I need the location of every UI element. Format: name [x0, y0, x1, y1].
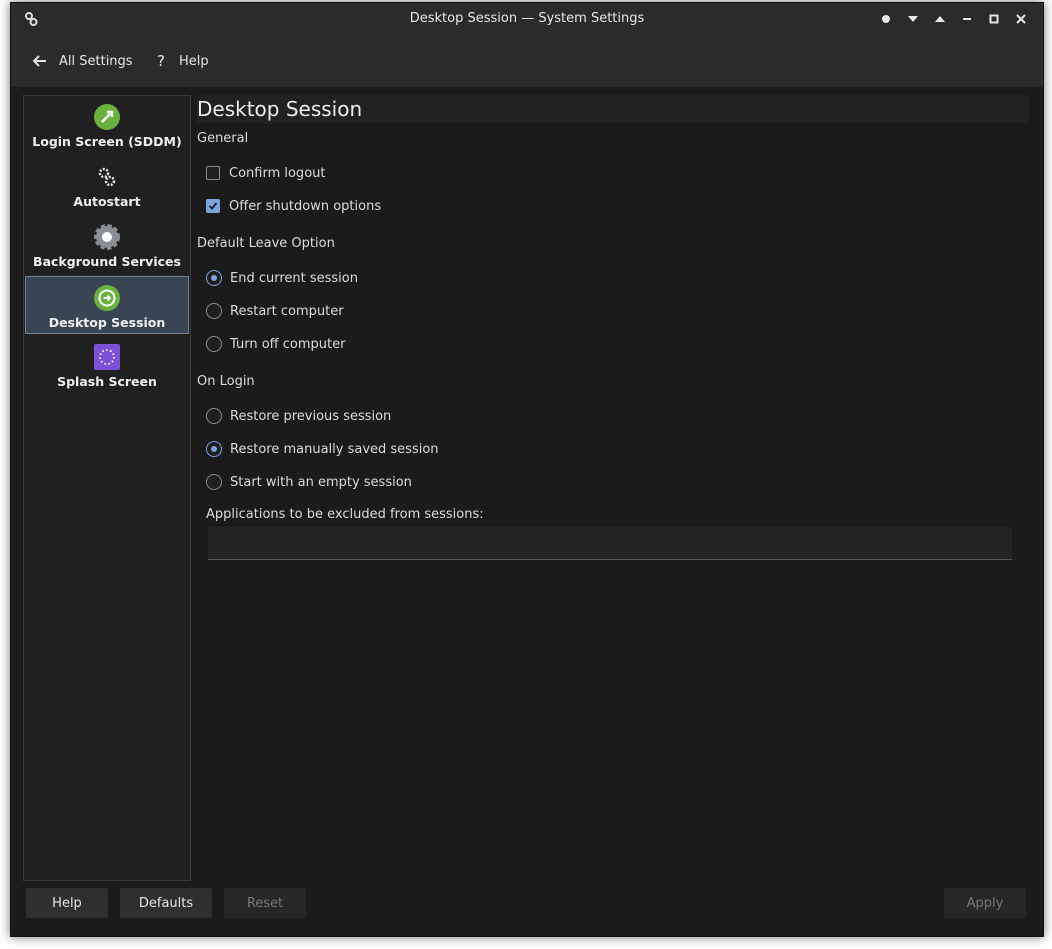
checkmark-icon	[208, 202, 218, 210]
radio-button[interactable]	[206, 336, 222, 352]
login-screen-icon	[93, 103, 121, 131]
radio-button-checked[interactable]	[206, 441, 222, 457]
sidebar-item-desktop-session[interactable]: Desktop Session	[25, 276, 189, 334]
gear-icon	[93, 223, 121, 251]
minimize-icon[interactable]	[959, 11, 975, 27]
back-arrow-icon	[33, 55, 46, 67]
reset-button[interactable]: Reset	[223, 887, 307, 919]
turn-off-computer-label: Turn off computer	[230, 336, 346, 352]
sidebar-item-autostart[interactable]: Autostart	[25, 156, 189, 214]
offer-shutdown-checkbox[interactable]: Offer shutdown options	[206, 196, 381, 216]
help-button[interactable]: Help	[25, 887, 109, 919]
page-title: Desktop Session	[197, 95, 1029, 123]
empty-session-label: Start with an empty session	[230, 474, 412, 490]
general-heading: General	[197, 131, 249, 146]
restart-computer-label: Restart computer	[230, 303, 344, 319]
offer-shutdown-label: Offer shutdown options	[229, 198, 382, 214]
radio-button[interactable]	[206, 408, 222, 424]
restart-computer-radio[interactable]: Restart computer	[206, 301, 344, 321]
excluded-apps-input[interactable]	[208, 527, 1012, 560]
close-icon[interactable]	[1013, 11, 1029, 27]
splash-icon	[93, 343, 121, 371]
radio-button-checked[interactable]	[206, 270, 222, 286]
help-toolbar-label: Help	[178, 53, 209, 69]
confirm-logout-label: Confirm logout	[229, 165, 326, 181]
shade-up-icon[interactable]	[932, 11, 948, 27]
shade-down-icon[interactable]	[905, 11, 921, 27]
end-session-radio[interactable]: End current session	[206, 268, 358, 288]
all-settings-label: All Settings	[59, 53, 133, 69]
sidebar-item-label: Background Services	[33, 254, 181, 269]
help-toolbar-button[interactable]: ? Help	[157, 47, 209, 75]
checkbox-box-checked[interactable]	[206, 199, 220, 213]
checkbox-box[interactable]	[206, 166, 220, 180]
empty-session-radio[interactable]: Start with an empty session	[206, 472, 412, 492]
toolbar: All Settings ? Help	[11, 35, 1043, 88]
radio-button[interactable]	[206, 474, 222, 490]
apply-button[interactable]: Apply	[943, 887, 1027, 919]
session-icon	[93, 284, 121, 312]
keep-on-top-dot-icon[interactable]	[878, 11, 894, 27]
restore-saved-radio[interactable]: Restore manually saved session	[206, 439, 439, 459]
sidebar-item-background-services[interactable]: Background Services	[25, 216, 189, 274]
restore-saved-label: Restore manually saved session	[230, 441, 439, 457]
on-login-heading: On Login	[197, 374, 255, 389]
sidebar-item-label: Login Screen (SDDM)	[32, 134, 182, 149]
confirm-logout-checkbox[interactable]: Confirm logout	[206, 163, 325, 183]
sidebar-item-login-screen[interactable]: Login Screen (SDDM)	[25, 96, 189, 154]
system-settings-window: Desktop Session — System Settings All Se…	[10, 2, 1044, 937]
sidebar-item-label: Autostart	[73, 194, 141, 209]
restore-previous-radio[interactable]: Restore previous session	[206, 406, 391, 426]
excluded-apps-label: Applications to be excluded from session…	[206, 507, 484, 522]
content-area: Desktop Session General Confirm logout O…	[197, 95, 1031, 879]
leave-option-heading: Default Leave Option	[197, 236, 335, 251]
gears-icon	[93, 163, 121, 191]
sidebar: Login Screen (SDDM) Autostart Background…	[23, 95, 191, 881]
restore-previous-label: Restore previous session	[230, 408, 392, 424]
question-mark-icon: ?	[157, 52, 165, 70]
title-bar[interactable]: Desktop Session — System Settings	[11, 3, 1043, 35]
maximize-icon[interactable]	[986, 11, 1002, 27]
end-session-label: End current session	[230, 270, 358, 286]
sidebar-item-splash-screen[interactable]: Splash Screen	[25, 336, 189, 394]
defaults-button[interactable]: Defaults	[119, 887, 213, 919]
sidebar-item-label: Splash Screen	[57, 374, 157, 389]
turn-off-computer-radio[interactable]: Turn off computer	[206, 334, 345, 354]
radio-button[interactable]	[206, 303, 222, 319]
all-settings-button[interactable]: All Settings	[33, 47, 133, 75]
sidebar-item-label: Desktop Session	[48, 315, 166, 330]
